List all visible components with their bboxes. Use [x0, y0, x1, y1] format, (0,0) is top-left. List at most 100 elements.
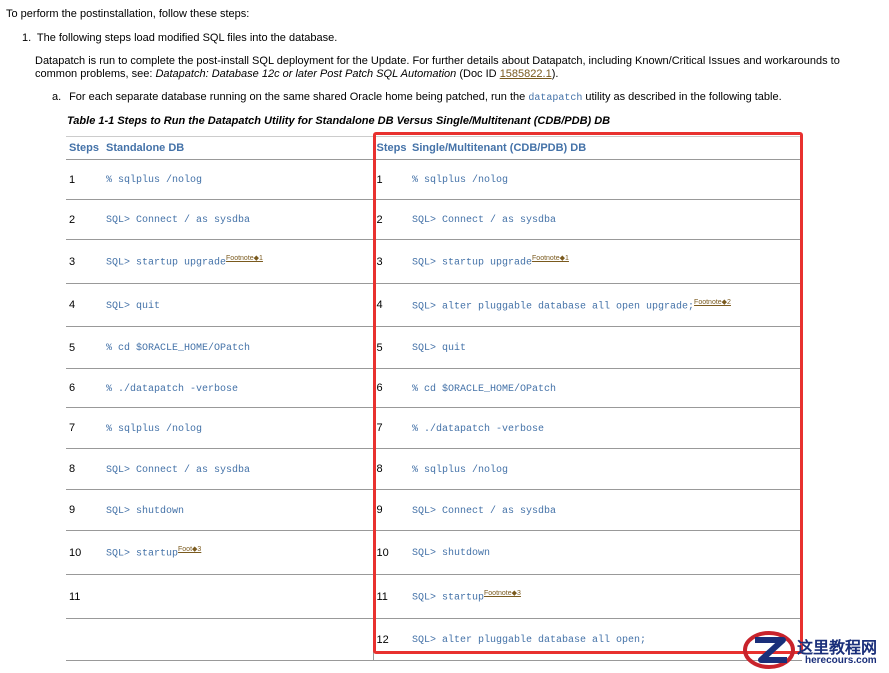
header-steps-multitenant: Steps	[373, 136, 409, 160]
command-text: SQL> shutdown	[106, 505, 185, 517]
cell-step-standalone: 9	[66, 489, 103, 531]
command-text: SQL> shutdown	[412, 548, 491, 559]
cell-command-multitenant: % sqlplus /nolog	[409, 448, 802, 490]
cell-step-standalone: 10	[66, 530, 103, 575]
cell-step-standalone: 4	[66, 283, 103, 327]
command-text: SQL> Connect / as sysdba	[412, 505, 557, 517]
step-number: 4	[69, 299, 76, 311]
footnote-link[interactable]: Footnote◆3	[484, 590, 521, 597]
command-text: SQL> alter pluggable database all open;	[412, 635, 647, 646]
table-header-row: Steps Standalone DB Steps Single/Multite…	[66, 136, 802, 160]
cell-command-standalone: % sqlplus /nolog	[103, 407, 374, 449]
step-number: 1	[69, 173, 76, 186]
footnote-link[interactable]: Foot◆3	[178, 546, 201, 553]
command-text: % ./datapatch -verbose	[412, 423, 545, 435]
header-standalone-db: Standalone DB	[103, 136, 374, 160]
cell-step-multitenant: 10	[373, 530, 409, 575]
command-text: SQL> Connect / as sysdba	[106, 215, 251, 226]
footnote-link[interactable]: Footnote◆2	[694, 299, 731, 306]
datapatch-paragraph: Datapatch is run to complete the post-in…	[35, 55, 885, 81]
footnote-link[interactable]: Footnote◆1	[226, 255, 263, 262]
step-number: 6	[376, 382, 383, 394]
step-number: 2	[376, 213, 383, 226]
substep-a: a. For each separate database running on…	[52, 91, 782, 104]
datapatch-code: datapatch	[528, 93, 583, 104]
table-row: 1 % sqlplus /nolog 1 % sqlplus /nolog	[66, 159, 802, 200]
step-number: 11	[376, 590, 388, 603]
table-row: 11 11 SQL> startupFootnote◆3	[66, 574, 802, 619]
step-number: 4	[376, 299, 383, 311]
step-number: 8	[69, 463, 76, 475]
command-text: % sqlplus /nolog	[106, 175, 203, 186]
table-row: 10 SQL> startupFoot◆3 10 SQL> shutdown	[66, 530, 802, 575]
command-text: SQL> startup upgrade	[412, 257, 533, 269]
command-text: SQL> startup upgrade	[106, 257, 227, 269]
table-row: 5 % cd $ORACLE_HOME/OPatch 5 SQL> quit	[66, 326, 802, 369]
step-number: 9	[376, 504, 383, 516]
step-number: 9	[69, 504, 76, 516]
command-text: % ./datapatch -verbose	[106, 383, 239, 395]
cell-step-standalone: 5	[66, 326, 103, 369]
step-number: 3	[376, 255, 383, 268]
cell-command-multitenant: SQL> alter pluggable database all open u…	[409, 283, 802, 327]
step-number: 10	[69, 546, 82, 559]
cell-step-multitenant: 7	[373, 407, 409, 449]
step-number: 12	[376, 633, 389, 646]
header-steps-standalone: Steps	[66, 136, 103, 160]
table-row: 12 SQL> alter pluggable database all open…	[66, 618, 802, 661]
command-text: SQL> quit	[106, 300, 161, 312]
cell-command-multitenant: SQL> Connect / as sysdba	[409, 489, 802, 531]
cell-command-multitenant: % ./datapatch -verbose	[409, 407, 802, 449]
command-text: SQL> Connect / as sysdba	[412, 215, 557, 226]
command-text: SQL> Connect / as sysdba	[106, 464, 251, 476]
cell-step-standalone: 11	[66, 574, 103, 619]
header-multitenant-db: Single/Multitenant (CDB/PDB) DB	[409, 136, 802, 160]
paragraph-text: (Doc ID	[456, 68, 500, 80]
doc-title: Datapatch: Database 12c or later Post Pa…	[155, 68, 457, 80]
cell-step-standalone	[66, 618, 103, 661]
cell-command-standalone: SQL> startupFoot◆3	[103, 530, 374, 575]
command-text: SQL> quit	[412, 343, 467, 354]
cell-command-standalone: % ./datapatch -verbose	[103, 368, 374, 408]
step-1: 1. The following steps load modified SQL…	[22, 32, 337, 44]
datapatch-steps-table: Steps Standalone DB Steps Single/Multite…	[66, 136, 802, 661]
cell-command-multitenant: % cd $ORACLE_HOME/OPatch	[409, 368, 802, 408]
cell-command-standalone: % sqlplus /nolog	[103, 159, 374, 200]
cell-step-standalone: 3	[66, 239, 103, 284]
step-number: 8	[376, 463, 383, 475]
cell-command-standalone: SQL> Connect / as sysdba	[103, 199, 374, 240]
cell-command-standalone: SQL> Connect / as sysdba	[103, 448, 374, 490]
step-number: 6	[69, 382, 76, 394]
command-text: % cd $ORACLE_HOME/OPatch	[412, 383, 557, 395]
doc-id-link[interactable]: 1585822.1	[500, 68, 552, 80]
substep-a-text: utility as described in the following ta…	[582, 91, 782, 103]
cell-command-multitenant: SQL> quit	[409, 326, 802, 369]
step-number: 5	[69, 341, 76, 354]
command-text: % sqlplus /nolog	[106, 423, 203, 435]
watermark-z-icon	[743, 631, 795, 669]
command-text: % sqlplus /nolog	[412, 175, 509, 186]
cell-step-multitenant: 4	[373, 283, 409, 327]
cell-command-multitenant: % sqlplus /nolog	[409, 159, 802, 200]
table-row: 9 SQL> shutdown 9 SQL> Connect / as sysdba	[66, 489, 802, 531]
table-caption: Table 1-1 Steps to Run the Datapatch Uti…	[67, 115, 611, 127]
paragraph-text: ).	[551, 68, 559, 80]
cell-step-multitenant: 5	[373, 326, 409, 369]
cell-command-standalone: % cd $ORACLE_HOME/OPatch	[103, 326, 374, 369]
table-row: 3 SQL> startup upgradeFootnote◆1 3 SQL> sta…	[66, 239, 802, 284]
cell-step-multitenant: 1	[373, 159, 409, 200]
cell-step-multitenant: 6	[373, 368, 409, 408]
cell-command-standalone	[103, 574, 374, 619]
step-number: 11	[69, 590, 81, 603]
cell-command-standalone: SQL> shutdown	[103, 489, 374, 531]
cell-step-standalone: 7	[66, 407, 103, 449]
cell-command-multitenant: SQL> startupFootnote◆3	[409, 574, 802, 619]
step-number: 5	[376, 341, 383, 354]
footnote-link[interactable]: Footnote◆1	[532, 255, 569, 262]
step-number: 2	[69, 213, 76, 226]
table-row: 8 SQL> Connect / as sysdba 8 % sqlplus /nol…	[66, 448, 802, 490]
cell-command-standalone: SQL> startup upgradeFootnote◆1	[103, 239, 374, 284]
cell-step-multitenant: 12	[373, 618, 409, 661]
cell-command-standalone: SQL> quit	[103, 283, 374, 327]
cell-command-standalone	[103, 618, 374, 661]
